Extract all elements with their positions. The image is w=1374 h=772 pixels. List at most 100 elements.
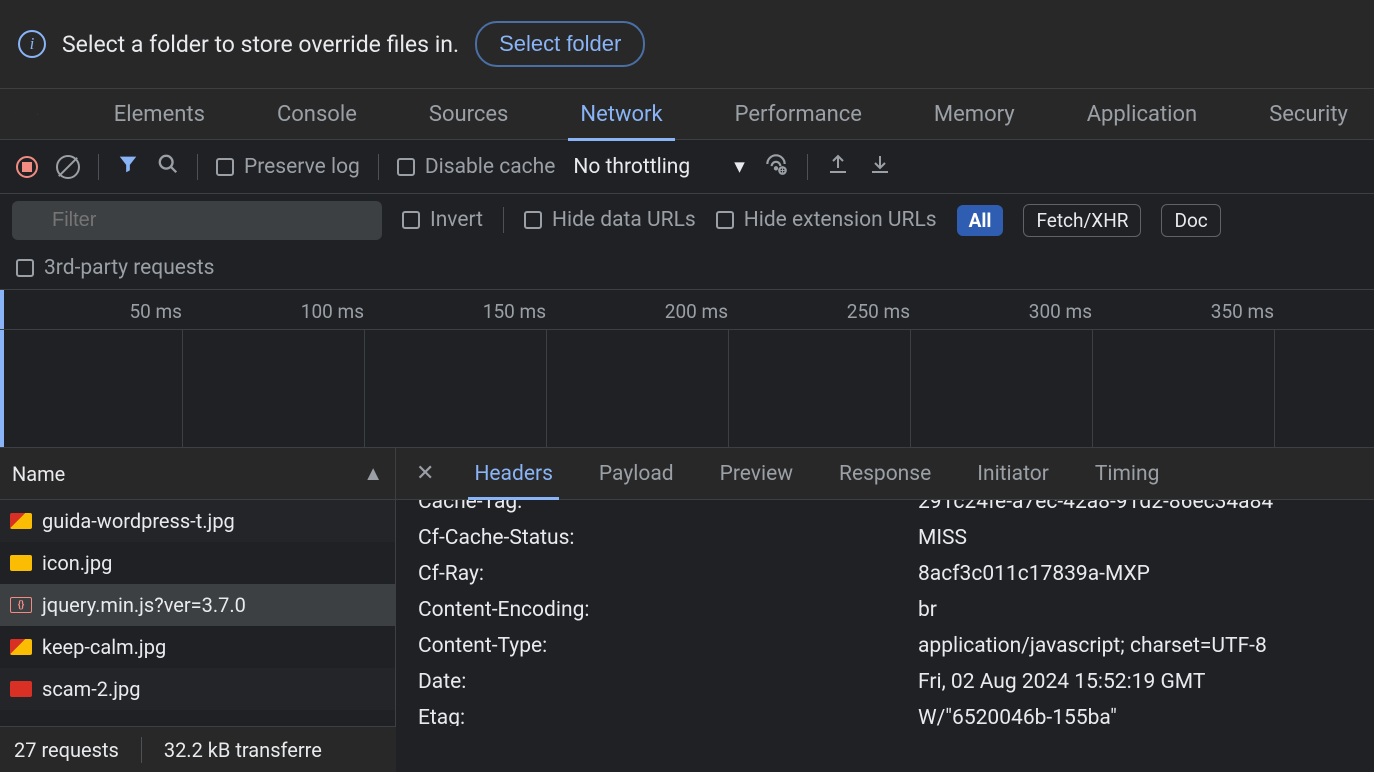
transferred-size: 32.2 kB transferre	[164, 738, 322, 762]
timeline-gridline	[546, 330, 547, 447]
timeline-tick: 250 ms	[847, 290, 910, 323]
request-row[interactable]: keep-calm.jpg	[0, 626, 395, 668]
device-toggle-icon[interactable]	[37, 101, 38, 127]
clear-button[interactable]	[56, 155, 80, 179]
details-tab-response[interactable]: Response	[833, 450, 937, 498]
js-file-icon: {}	[10, 597, 32, 613]
hide-data-urls-checkbox[interactable]: Hide data URLs	[524, 208, 696, 232]
timeline-tick: 300 ms	[1029, 290, 1092, 323]
headers-content: Cache-Tag:291c24fe-a7ec-42a8-91d2-86ec34…	[396, 500, 1374, 726]
header-value: W/"6520046b-155ba"	[918, 706, 1352, 726]
response-header-row: Cache-Tag:291c24fe-a7ec-42a8-91d2-86ec34…	[418, 500, 1352, 520]
request-name: jquery.min.js?ver=3.7.0	[42, 593, 246, 617]
header-value: MISS	[918, 526, 1352, 550]
details-tab-headers[interactable]: Headers	[468, 450, 558, 498]
third-party-row: 3rd-party requests	[0, 246, 1374, 290]
inspect-element-icon[interactable]	[14, 101, 15, 127]
divider	[197, 154, 198, 180]
response-header-row: Content-Type:application/javascript; cha…	[418, 628, 1352, 664]
import-har-icon[interactable]	[868, 152, 892, 182]
tab-performance[interactable]: Performance	[723, 92, 874, 137]
invert-checkbox[interactable]: Invert	[402, 208, 483, 232]
request-row[interactable]: scam-2.jpg	[0, 668, 395, 710]
details-tab-initiator[interactable]: Initiator	[971, 450, 1055, 498]
timeline-gridline	[1274, 330, 1275, 447]
filter-row: Invert Hide data URLs Hide extension URL…	[0, 194, 1374, 246]
tab-sources[interactable]: Sources	[417, 92, 521, 137]
record-button[interactable]	[16, 156, 38, 178]
close-details-button[interactable]: ✕	[410, 461, 440, 486]
tab-console[interactable]: Console	[265, 92, 369, 137]
select-folder-button[interactable]: Select folder	[475, 21, 645, 67]
export-har-icon[interactable]	[826, 152, 850, 182]
header-value: br	[918, 598, 1352, 622]
image-file-icon	[10, 681, 32, 697]
request-row[interactable]: icon.jpg	[0, 542, 395, 584]
header-value: application/javascript; charset=UTF-8	[918, 634, 1352, 658]
info-message: Select a folder to store override files …	[62, 31, 459, 58]
response-header-row: Content-Encoding:br	[418, 592, 1352, 628]
timeline-tick: 50 ms	[129, 290, 182, 323]
request-name: guida-wordpress-t.jpg	[42, 509, 235, 533]
preserve-log-checkbox[interactable]: Preserve log	[216, 155, 360, 179]
header-name: Cache-Tag:	[418, 500, 918, 514]
hide-extension-urls-checkbox[interactable]: Hide extension URLs	[716, 208, 937, 232]
info-icon: i	[18, 30, 46, 58]
tab-security[interactable]: Security	[1257, 92, 1360, 137]
timeline-tick: 200 ms	[665, 290, 728, 323]
tab-network[interactable]: Network	[568, 92, 674, 137]
timeline-gridline	[1092, 330, 1093, 447]
response-header-row: Etag:W/"6520046b-155ba"	[418, 700, 1352, 726]
status-bar: 27 requests 32.2 kB transferre	[0, 726, 396, 772]
preserve-log-label: Preserve log	[244, 155, 360, 179]
tab-application[interactable]: Application	[1075, 92, 1209, 137]
divider	[807, 154, 808, 180]
third-party-checkbox[interactable]: 3rd-party requests	[16, 256, 214, 280]
timeline-tick: 100 ms	[301, 290, 364, 323]
header-value: 291c24fe-a7ec-42a8-91d2-86ec34a84	[918, 500, 1352, 514]
header-name: Cf-Ray:	[418, 562, 918, 586]
request-list-panel: Name ▲ guida-wordpress-t.jpg icon.jpg {} jq…	[0, 448, 396, 726]
disable-cache-checkbox[interactable]: Disable cache	[397, 155, 556, 179]
hide-extension-urls-label: Hide extension URLs	[744, 208, 937, 232]
header-name: Cf-Cache-Status:	[418, 526, 918, 550]
network-conditions-icon[interactable]	[763, 151, 789, 183]
name-header-label: Name	[12, 462, 65, 486]
tab-elements[interactable]: Elements	[102, 92, 217, 137]
network-toolbar: Preserve log Disable cache No throttling…	[0, 140, 1374, 194]
request-name: scam-2.jpg	[42, 677, 141, 701]
image-file-icon	[10, 555, 32, 571]
override-info-bar: i Select a folder to store override file…	[0, 0, 1374, 88]
request-name: keep-calm.jpg	[42, 635, 166, 659]
throttling-value: No throttling	[573, 155, 690, 179]
sort-arrow-icon: ▲	[363, 461, 383, 486]
timeline-gridline	[728, 330, 729, 447]
throttling-select[interactable]: No throttling ▾	[573, 154, 744, 179]
request-row[interactable]: guida-wordpress-t.jpg	[0, 500, 395, 542]
divider	[503, 207, 504, 233]
details-tab-timing[interactable]: Timing	[1089, 450, 1166, 498]
third-party-label: 3rd-party requests	[44, 256, 214, 280]
request-count: 27 requests	[14, 738, 119, 762]
details-tab-preview[interactable]: Preview	[714, 450, 799, 498]
filter-chip-all[interactable]: All	[957, 205, 1004, 236]
search-icon[interactable]	[157, 153, 179, 181]
header-name: Etag:	[418, 706, 918, 726]
header-name: Content-Type:	[418, 634, 918, 658]
filter-input[interactable]	[12, 201, 382, 240]
divider	[141, 737, 142, 763]
divider	[98, 154, 99, 180]
filter-chip-fetch-xhr[interactable]: Fetch/XHR	[1023, 204, 1141, 237]
hide-data-urls-label: Hide data URLs	[552, 208, 696, 232]
timeline-overview[interactable]: 50 ms100 ms150 ms200 ms250 ms300 ms350 m…	[0, 290, 1374, 448]
timeline-tick: 150 ms	[483, 290, 546, 323]
devtools-tab-bar: Elements Console Sources Network Performance…	[0, 88, 1374, 140]
name-column-header[interactable]: Name ▲	[0, 448, 395, 500]
request-row[interactable]: {} jquery.min.js?ver=3.7.0	[0, 584, 395, 626]
header-name: Content-Encoding:	[418, 598, 918, 622]
image-file-icon	[10, 639, 32, 655]
tab-memory[interactable]: Memory	[922, 92, 1027, 137]
filter-toggle-icon[interactable]	[117, 153, 139, 181]
details-tab-payload[interactable]: Payload	[593, 450, 680, 498]
filter-chip-doc[interactable]: Doc	[1161, 204, 1220, 237]
